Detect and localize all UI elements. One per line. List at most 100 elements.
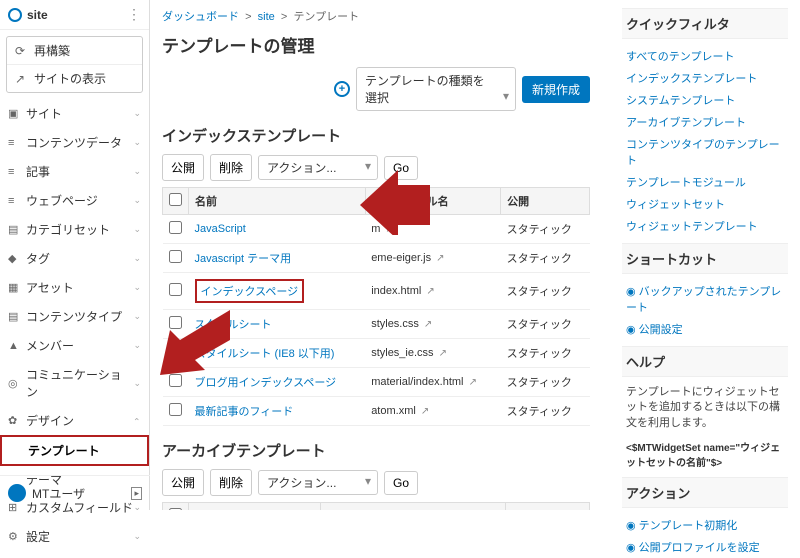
cell-file: styles.css ↗ xyxy=(365,310,500,339)
sidebar-header: site ⋮ xyxy=(0,0,149,30)
delete-button-2[interactable]: 削除 xyxy=(210,469,252,496)
sidebar-item-8[interactable]: ▲メンバー⌄ xyxy=(0,331,149,360)
ac-link-1[interactable]: ◉公開プロファイルを設定 xyxy=(622,536,788,558)
chevron-down-icon: ⌄ xyxy=(133,531,141,542)
nav-label: アセット xyxy=(26,279,133,296)
qf-link-3[interactable]: アーカイブテンプレート xyxy=(622,111,788,133)
sidebar: site ⋮ ⟳ 再構築 ↗ サイトの表示 ▣サイト⌄≡コンテンツデータ⌄≡記事… xyxy=(0,0,150,510)
main-content: ダッシュボード > site > テンプレート テンプレートの管理 + テンプレ… xyxy=(150,0,602,510)
qf-link-1[interactable]: インデックステンプレート xyxy=(622,67,788,89)
cell-name: 最新記事のフィード xyxy=(189,397,366,426)
sidebar-sub-10-0[interactable]: テンプレート xyxy=(0,435,149,466)
go-button-2[interactable]: Go xyxy=(384,471,418,495)
col-check-2 xyxy=(163,503,189,511)
breadcrumb: ダッシュボード > site > テンプレート xyxy=(162,8,590,24)
external-icon[interactable]: ↗ xyxy=(426,286,434,297)
row-check[interactable] xyxy=(169,283,182,296)
template-link[interactable]: Javascript テーマ用 xyxy=(195,253,292,265)
sidebar-item-1[interactable]: ≡コンテンツデータ⌄ xyxy=(0,128,149,157)
action-row-2: 公開 削除 アクション... Go xyxy=(162,469,590,496)
sidebar-item-9[interactable]: ◎コミュニケーション⌄ xyxy=(0,360,149,406)
qf-link-5[interactable]: テンプレートモジュール xyxy=(622,171,788,193)
bullet-icon: ◉ xyxy=(626,520,636,532)
cell-pub: スタティック xyxy=(501,397,590,426)
action-box: アクション ◉テンプレート初期化◉公開プロファイルを設定 xyxy=(622,477,788,558)
chevron-down-icon: ⌄ xyxy=(133,137,141,148)
external-icon[interactable]: ↗ xyxy=(424,319,432,330)
nav-label: コンテンツタイプ xyxy=(26,308,133,325)
section-index-templates: インデックステンプレート xyxy=(162,125,590,146)
rebuild-action[interactable]: ⟳ 再構築 xyxy=(7,37,142,65)
external-icon[interactable]: ↗ xyxy=(439,348,447,359)
nav-icon: ▤ xyxy=(8,223,26,236)
row-check[interactable] xyxy=(169,221,182,234)
qf-link-0[interactable]: すべてのテンプレート xyxy=(622,45,788,67)
crumb-dashboard[interactable]: ダッシュボード xyxy=(162,11,239,23)
create-button[interactable]: 新規作成 xyxy=(522,76,590,103)
qf-link-7[interactable]: ウィジェットテンプレート xyxy=(622,215,788,237)
nav-label: タグ xyxy=(26,250,133,267)
sidebar-user: MTユーザ ▸ xyxy=(0,475,150,510)
sidebar-item-3[interactable]: ≡ウェブページ⌄ xyxy=(0,186,149,215)
right-sidebar: クイックフィルタ すべてのテンプレートインデックステンプレートシステムテンプレー… xyxy=(612,0,798,510)
cell-pub: スタティック xyxy=(501,273,590,310)
action-select-2[interactable]: アクション... xyxy=(258,470,378,495)
delete-button-1[interactable]: 削除 xyxy=(210,154,252,181)
cell-pub: スタティック xyxy=(501,368,590,397)
check-all-1[interactable] xyxy=(169,193,182,206)
nav-label: デザイン xyxy=(26,412,133,429)
publish-button-1[interactable]: 公開 xyxy=(162,154,204,181)
publish-button-2[interactable]: 公開 xyxy=(162,469,204,496)
qf-link-4[interactable]: コンテンツタイプのテンプレート xyxy=(622,133,788,171)
table-row: インデックスページindex.html ↗スタティック xyxy=(163,273,590,310)
qf-link-2[interactable]: システムテンプレート xyxy=(622,89,788,111)
view-site-action[interactable]: ↗ サイトの表示 xyxy=(7,65,142,92)
crumb-site[interactable]: site xyxy=(258,11,275,23)
play-icon[interactable]: ▸ xyxy=(131,487,142,500)
col-path-2: アーカイブパス xyxy=(321,503,506,511)
chevron-down-icon: ⌄ xyxy=(133,282,141,293)
cell-pub: スタティック xyxy=(501,244,590,273)
external-icon[interactable]: ↗ xyxy=(469,377,477,388)
kebab-menu-icon[interactable]: ⋮ xyxy=(127,6,141,23)
template-type-select[interactable]: テンプレートの種類を選択 xyxy=(356,67,516,111)
avatar-icon xyxy=(8,484,26,502)
rebuild-label: 再構築 xyxy=(34,42,70,59)
nav-icon: ≡ xyxy=(8,195,26,207)
sidebar-item-6[interactable]: ▦アセット⌄ xyxy=(0,273,149,302)
template-link[interactable]: 最新記事のフィード xyxy=(195,406,294,418)
bullet-icon: ◉ xyxy=(626,286,636,298)
nav-icon: ▲ xyxy=(8,340,26,352)
qf-link-6[interactable]: ウィジェットセット xyxy=(622,193,788,215)
nav-icon: ◎ xyxy=(8,377,26,390)
plus-icon: + xyxy=(334,81,350,97)
user-name: MTユーザ xyxy=(32,485,131,502)
sidebar-item-0[interactable]: ▣サイト⌄ xyxy=(0,99,149,128)
cell-name: JavaScript xyxy=(189,215,366,244)
template-link[interactable]: インデックスページ xyxy=(201,286,299,298)
ac-link-0[interactable]: ◉テンプレート初期化 xyxy=(622,514,788,536)
sc-link-0[interactable]: ◉バックアップされたテンプレート xyxy=(622,280,788,318)
external-icon[interactable]: ↗ xyxy=(436,253,444,264)
cell-file: material/index.html ↗ xyxy=(365,368,500,397)
action-title: アクション xyxy=(622,477,788,508)
quickfilter-box: クイックフィルタ すべてのテンプレートインデックステンプレートシステムテンプレー… xyxy=(622,8,788,237)
create-row: + テンプレートの種類を選択 新規作成 xyxy=(162,67,590,111)
crumb-current: テンプレート xyxy=(293,11,359,23)
sidebar-item-10[interactable]: ✿デザイン⌄ xyxy=(0,406,149,435)
archive-templates-table: 名前 アーカイブパス 公開 ウェブページfolder-path/page-bas… xyxy=(162,502,590,510)
external-icon[interactable]: ↗ xyxy=(421,406,429,417)
sidebar-item-4[interactable]: ▤カテゴリセット⌄ xyxy=(0,215,149,244)
row-check[interactable] xyxy=(169,403,182,416)
sidebar-item-12[interactable]: ⚙設定⌄ xyxy=(0,522,149,551)
template-link[interactable]: JavaScript xyxy=(195,223,246,235)
nav-label: サイト xyxy=(26,105,133,122)
sidebar-item-7[interactable]: ▤コンテンツタイプ⌄ xyxy=(0,302,149,331)
row-check[interactable] xyxy=(169,250,182,263)
shortcut-box: ショートカット ◉バックアップされたテンプレート◉公開設定 xyxy=(622,243,788,340)
sidebar-item-2[interactable]: ≡記事⌄ xyxy=(0,157,149,186)
shortcut-title: ショートカット xyxy=(622,243,788,274)
sc-link-1[interactable]: ◉公開設定 xyxy=(622,318,788,340)
sidebar-item-5[interactable]: ◆タグ⌄ xyxy=(0,244,149,273)
col-name-1: 名前 xyxy=(189,188,366,215)
